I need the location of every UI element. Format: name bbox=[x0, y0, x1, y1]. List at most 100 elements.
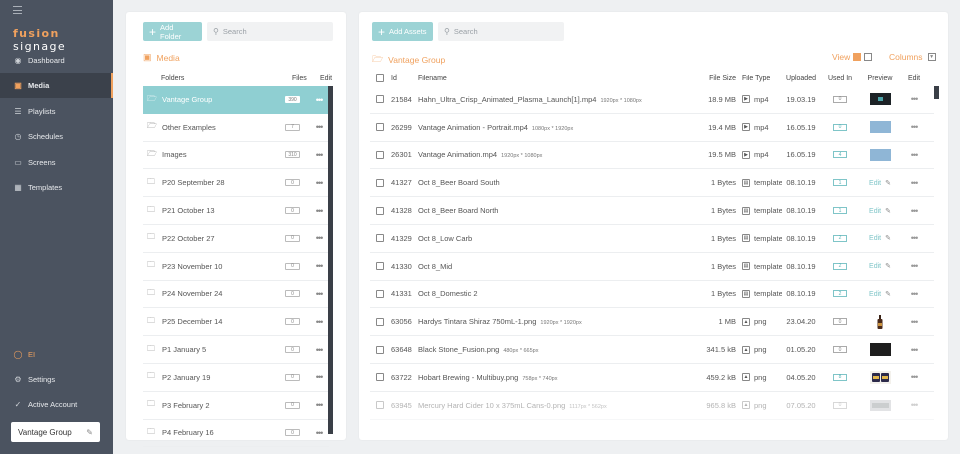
more-options-icon[interactable]: ••• bbox=[309, 289, 329, 299]
more-options-icon[interactable]: ••• bbox=[900, 372, 928, 382]
preview-thumbnail[interactable] bbox=[869, 148, 891, 161]
folder-row[interactable]: 🗀 P24 November 24 0 ••• bbox=[143, 281, 329, 309]
folders-scrollbar[interactable] bbox=[328, 86, 333, 434]
edit-template-link[interactable]: Edit ✎ bbox=[869, 179, 891, 187]
sidebar-item-schedules[interactable]: ◷ Schedules bbox=[0, 124, 113, 149]
used-in-badge[interactable]: 1 bbox=[833, 207, 847, 215]
more-options-icon[interactable]: ••• bbox=[309, 233, 329, 243]
row-checkbox[interactable] bbox=[376, 234, 384, 243]
asset-row[interactable]: 41331 Oct 8_Domestic 2 1 Bytes ▤ template 08.… bbox=[370, 281, 934, 309]
used-in-badge[interactable]: 0 bbox=[833, 346, 847, 354]
more-options-icon[interactable]: ••• bbox=[900, 289, 928, 299]
asset-row[interactable]: 41330 Oct 8_Mid 1 Bytes ▤ template 08.10.19 2 E… bbox=[370, 253, 934, 281]
sidebar-item-templates[interactable]: ▦ Templates bbox=[0, 175, 113, 200]
more-options-icon[interactable]: ••• bbox=[309, 261, 329, 271]
asset-row[interactable]: 41328 Oct 8_Beer Board North 1 Bytes ▤ templ… bbox=[370, 197, 934, 225]
preview-thumbnail[interactable] bbox=[869, 93, 891, 106]
row-checkbox[interactable] bbox=[376, 262, 384, 271]
user-menu[interactable]: ◯ EI bbox=[0, 342, 113, 367]
active-account-link[interactable]: ✓ Active Account bbox=[0, 392, 113, 417]
grid-view-icon[interactable] bbox=[864, 53, 873, 61]
edit-template-link[interactable]: Edit ✎ bbox=[869, 234, 891, 242]
more-options-icon[interactable]: ••• bbox=[900, 94, 928, 104]
used-in-badge[interactable]: 8 bbox=[833, 373, 847, 381]
more-options-icon[interactable]: ••• bbox=[900, 400, 928, 410]
more-options-icon[interactable]: ••• bbox=[309, 428, 329, 438]
preview-thumbnail[interactable] bbox=[876, 314, 884, 329]
more-options-icon[interactable]: ••• bbox=[309, 122, 329, 132]
sidebar-item-playlists[interactable]: ☰ Playlists bbox=[0, 99, 113, 124]
row-checkbox[interactable] bbox=[376, 95, 384, 104]
preview-thumbnail[interactable] bbox=[869, 399, 891, 411]
sidebar-item-media[interactable]: ▣ Media bbox=[0, 73, 113, 99]
used-in-badge[interactable]: 2 bbox=[833, 262, 847, 270]
folder-row[interactable]: 🗀 P25 December 14 0 ••• bbox=[143, 308, 329, 337]
used-in-badge[interactable]: 0 bbox=[833, 95, 847, 103]
more-options-icon[interactable]: ••• bbox=[900, 345, 928, 355]
asset-row[interactable]: 41327 Oct 8_Beer Board South 1 Bytes ▤ templ… bbox=[370, 169, 934, 198]
columns-menu[interactable]: Columns ▼ bbox=[889, 52, 936, 62]
row-checkbox[interactable] bbox=[376, 123, 384, 132]
asset-search-input[interactable] bbox=[453, 27, 564, 36]
row-checkbox[interactable] bbox=[376, 401, 384, 410]
preview-thumbnail[interactable] bbox=[869, 343, 891, 357]
used-in-badge[interactable]: 1 bbox=[833, 179, 847, 187]
more-options-icon[interactable]: ••• bbox=[309, 206, 329, 216]
row-checkbox[interactable] bbox=[376, 373, 384, 382]
asset-row[interactable]: 41329 Oct 8_Low Carb 1 Bytes ▤ template 08.10… bbox=[370, 225, 934, 253]
account-selector[interactable]: Vantage Group ✎ bbox=[11, 422, 100, 442]
used-in-badge[interactable]: 2 bbox=[833, 234, 847, 242]
edit-template-link[interactable]: Edit ✎ bbox=[869, 207, 891, 215]
more-options-icon[interactable]: ••• bbox=[900, 122, 928, 132]
more-options-icon[interactable]: ••• bbox=[309, 345, 329, 355]
more-options-icon[interactable]: ••• bbox=[900, 178, 928, 188]
asset-row[interactable]: 63722 Hobart Brewing - Multibuy.png 758px … bbox=[370, 364, 934, 392]
asset-row[interactable]: 21584 Hahn_Ultra_Crisp_Animated_Plasma_La… bbox=[370, 86, 934, 114]
folder-row[interactable]: 🗁 Images 310 ••• bbox=[143, 142, 329, 170]
edit-template-link[interactable]: Edit ✎ bbox=[869, 290, 891, 298]
folder-row[interactable]: 🗀 P1 January 5 0 ••• bbox=[143, 336, 329, 364]
more-options-icon[interactable]: ••• bbox=[900, 150, 928, 160]
add-folder-button[interactable]: + Add Folder bbox=[143, 22, 202, 41]
folder-row[interactable]: 🗀 P2 January 19 0 ••• bbox=[143, 364, 329, 392]
folder-row[interactable]: 🗀 P23 November 10 0 ••• bbox=[143, 253, 329, 281]
hamburger-menu-icon[interactable] bbox=[13, 6, 22, 14]
row-checkbox[interactable] bbox=[376, 150, 384, 159]
more-options-icon[interactable]: ••• bbox=[309, 400, 329, 410]
folder-row[interactable]: 🗀 P21 October 13 0 ••• bbox=[143, 197, 329, 225]
more-options-icon[interactable]: ••• bbox=[900, 317, 928, 327]
more-options-icon[interactable]: ••• bbox=[309, 150, 329, 160]
view-toggle[interactable]: View bbox=[832, 52, 873, 62]
more-options-icon[interactable]: ••• bbox=[309, 95, 329, 105]
more-options-icon[interactable]: ••• bbox=[900, 261, 928, 271]
row-checkbox[interactable] bbox=[376, 289, 384, 298]
asset-row[interactable]: 63945 Mercury Hard Cider 10 x 375mL Cans-… bbox=[370, 392, 934, 420]
preview-thumbnail[interactable] bbox=[869, 370, 891, 384]
sidebar-item-screens[interactable]: ▭ Screens bbox=[0, 150, 113, 175]
more-options-icon[interactable]: ••• bbox=[900, 233, 928, 243]
folder-row[interactable]: 🗀 P20 September 28 0 ••• bbox=[143, 169, 329, 198]
row-checkbox[interactable] bbox=[376, 206, 384, 215]
add-assets-button[interactable]: + Add Assets bbox=[372, 22, 433, 41]
asset-row[interactable]: 26299 Vantage Animation - Portrait.mp4 108… bbox=[370, 114, 934, 142]
edit-template-link[interactable]: Edit ✎ bbox=[869, 262, 891, 270]
used-in-badge[interactable]: 2 bbox=[833, 290, 847, 298]
row-checkbox[interactable] bbox=[376, 178, 384, 187]
asset-row[interactable]: 63056 Hardys Tintara Shiraz 750mL-1.png 19… bbox=[370, 308, 934, 337]
preview-thumbnail[interactable] bbox=[869, 121, 891, 134]
more-options-icon[interactable]: ••• bbox=[309, 178, 329, 188]
list-view-icon[interactable] bbox=[853, 53, 862, 61]
asset-row[interactable]: 26301 Vantage Animation.mp4 1920px * 1080p… bbox=[370, 142, 934, 170]
select-all-checkbox[interactable] bbox=[376, 74, 384, 82]
folder-row[interactable]: 🗁 Vantage Group 390 ••• bbox=[143, 86, 329, 114]
used-in-badge[interactable]: 4 bbox=[833, 151, 847, 159]
assets-scrollbar[interactable] bbox=[934, 86, 939, 99]
folder-row[interactable]: 🗀 P4 February 16 0 ••• bbox=[143, 420, 329, 448]
more-options-icon[interactable]: ••• bbox=[309, 372, 329, 382]
used-in-badge[interactable]: 0 bbox=[833, 123, 847, 131]
sidebar-item-dashboard[interactable]: ◉ Dashboard bbox=[0, 48, 113, 73]
used-in-badge[interactable]: 0 bbox=[833, 318, 847, 326]
folder-row[interactable]: 🗁 Other Examples 7 ••• bbox=[143, 114, 329, 142]
used-in-badge[interactable]: 0 bbox=[833, 401, 847, 409]
folder-search-input[interactable] bbox=[222, 27, 333, 36]
